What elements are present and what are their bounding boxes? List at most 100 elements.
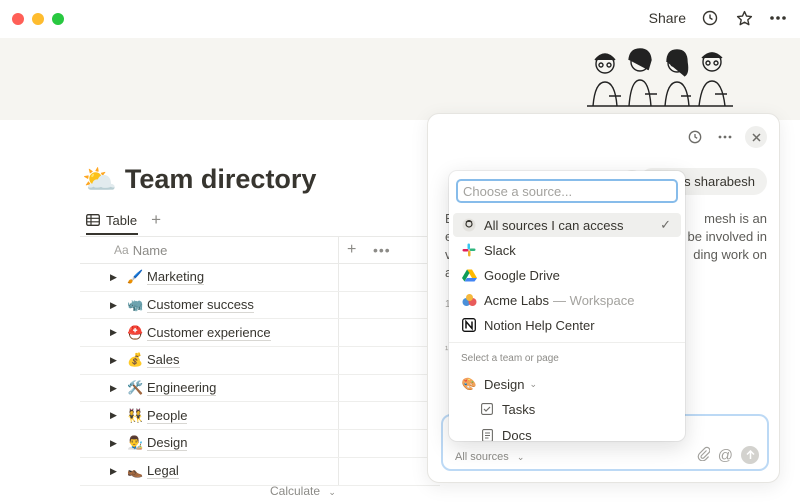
table-header: Aa Name + •••: [80, 236, 440, 264]
arrow-up-icon: [745, 450, 755, 459]
active-tab-indicator: [86, 233, 138, 235]
tree-item-label: Tasks: [502, 401, 536, 417]
table-row[interactable]: ▶ 💰 Sales: [80, 347, 440, 375]
name-column-header[interactable]: Aa Name: [114, 243, 167, 258]
tree-item-docs[interactable]: Docs: [453, 423, 681, 441]
row-title[interactable]: Legal: [147, 463, 179, 480]
row-emoji-icon: 🖌️: [127, 269, 144, 285]
table-body: ▶ 🖌️ Marketing ▶ 🦏 Customer success ▶ ⛑️ Custome…: [80, 264, 440, 486]
source-dropdown: All sources I can access ✓ Slack Google …: [449, 171, 685, 441]
source-item-acme-labs[interactable]: Acme Labs — Workspace: [453, 288, 681, 312]
row-title[interactable]: Customer success: [147, 297, 254, 314]
table-row[interactable]: ▶ 🛠️ Engineering: [80, 374, 440, 403]
close-window-button[interactable]: [12, 13, 24, 25]
tree-item-design[interactable]: 🎨 Design ⌄: [453, 372, 681, 396]
row-emoji-icon: 💰: [127, 352, 144, 368]
table-icon: [86, 214, 100, 226]
share-button[interactable]: Share: [649, 10, 686, 26]
table-row[interactable]: ▶ 🦏 Customer success: [80, 291, 440, 320]
name-column-label: Name: [132, 242, 168, 258]
column-divider: [338, 319, 339, 347]
panel-actions: [685, 126, 767, 148]
mention-icon[interactable]: @: [718, 447, 733, 464]
source-item-slack[interactable]: Slack: [453, 238, 681, 262]
expand-toggle-icon[interactable]: ▶: [110, 300, 117, 311]
source-item-all[interactable]: All sources I can access ✓: [453, 213, 681, 237]
page-header: ⛅ Team directory: [82, 163, 316, 196]
table-row[interactable]: ▶ ⛑️ Customer experience: [80, 319, 440, 348]
expand-toggle-icon[interactable]: ▶: [110, 410, 117, 421]
column-divider: [338, 264, 339, 291]
people-illustration: [587, 48, 733, 107]
source-item-google-drive[interactable]: Google Drive: [453, 263, 681, 287]
add-view-button[interactable]: +: [151, 210, 161, 230]
source-item-label: Acme Labs: [484, 292, 550, 308]
row-title[interactable]: People: [147, 408, 188, 424]
history-icon[interactable]: [700, 8, 720, 28]
row-title[interactable]: Sales: [147, 352, 180, 369]
expand-toggle-icon[interactable]: ▶: [110, 327, 117, 338]
more-icon[interactable]: [715, 127, 735, 147]
google-drive-icon: [461, 267, 477, 283]
row-title[interactable]: Customer experience: [147, 325, 271, 341]
send-button[interactable]: [741, 446, 759, 464]
history-icon[interactable]: [685, 127, 705, 147]
section-heading: Select a team or page: [461, 353, 559, 364]
chevron-down-icon: ⌄: [516, 452, 525, 462]
zoom-window-button[interactable]: [52, 13, 64, 25]
row-emoji-icon: 🦏: [127, 297, 144, 313]
close-panel-button[interactable]: [745, 126, 767, 148]
expand-toggle-icon[interactable]: ▶: [110, 355, 117, 366]
top-actions: Share: [649, 8, 788, 28]
attachment-icon[interactable]: [697, 446, 711, 464]
workspace-avatar-icon: [461, 217, 477, 233]
doc-icon: [479, 427, 495, 441]
row-title[interactable]: Engineering: [147, 380, 217, 397]
page-icon[interactable]: ⛅: [82, 163, 117, 196]
source-item-sublabel: — Workspace: [553, 292, 635, 308]
source-item-label: Notion Help Center: [484, 317, 595, 333]
notion-icon: [461, 317, 477, 333]
team-table: Aa Name + ••• ▶ 🖌️ Marketing ▶ 🦏 Customer suc…: [80, 236, 440, 486]
tab-table[interactable]: Table: [86, 213, 137, 228]
table-row[interactable]: ▶ 🖌️ Marketing: [80, 264, 440, 292]
dropdown-divider: [449, 342, 685, 343]
calculate-button[interactable]: Calculate ⌄: [270, 484, 336, 498]
table-row[interactable]: ▶ 👯 People: [80, 402, 440, 431]
column-divider: [338, 402, 339, 430]
palette-icon: 🎨: [461, 377, 477, 391]
acme-labs-icon: [461, 292, 477, 308]
tree-item-label: Design: [484, 376, 525, 392]
table-more-button[interactable]: •••: [373, 242, 391, 258]
source-search-input[interactable]: [456, 179, 678, 203]
row-title[interactable]: Design: [147, 435, 188, 452]
row-emoji-icon: 🛠️: [127, 380, 144, 396]
all-sources-button[interactable]: All sources ⌄: [455, 451, 524, 463]
answer-fragment: be involved in: [687, 229, 768, 244]
column-divider: [338, 430, 339, 457]
expand-toggle-icon[interactable]: ▶: [110, 383, 117, 394]
page-cover: [0, 38, 800, 120]
row-title[interactable]: Marketing: [147, 269, 205, 286]
column-divider: [338, 374, 339, 402]
minimize-window-button[interactable]: [32, 13, 44, 25]
column-divider: [338, 457, 339, 485]
row-emoji-icon: ⛑️: [127, 324, 144, 340]
calculate-label: Calculate: [270, 484, 321, 498]
source-item-notion-help[interactable]: Notion Help Center: [453, 313, 681, 337]
chevron-down-icon[interactable]: ⌄: [529, 379, 537, 390]
source-item-label: Slack: [484, 242, 516, 258]
expand-toggle-icon[interactable]: ▶: [110, 466, 117, 477]
expand-toggle-icon[interactable]: ▶: [110, 272, 117, 283]
close-icon: [751, 132, 761, 142]
table-row[interactable]: ▶ 👨‍🎨 Design: [80, 430, 440, 458]
page-title[interactable]: Team directory: [125, 164, 317, 195]
expand-toggle-icon[interactable]: ▶: [110, 438, 117, 449]
table-row[interactable]: ▶ 👞 Legal: [80, 457, 440, 486]
tree-item-tasks[interactable]: Tasks: [453, 397, 681, 421]
add-property-button[interactable]: +: [347, 241, 356, 259]
star-icon[interactable]: [734, 8, 754, 28]
column-divider: [338, 291, 339, 319]
more-icon[interactable]: [768, 8, 788, 28]
checkbox-icon: [479, 401, 495, 417]
